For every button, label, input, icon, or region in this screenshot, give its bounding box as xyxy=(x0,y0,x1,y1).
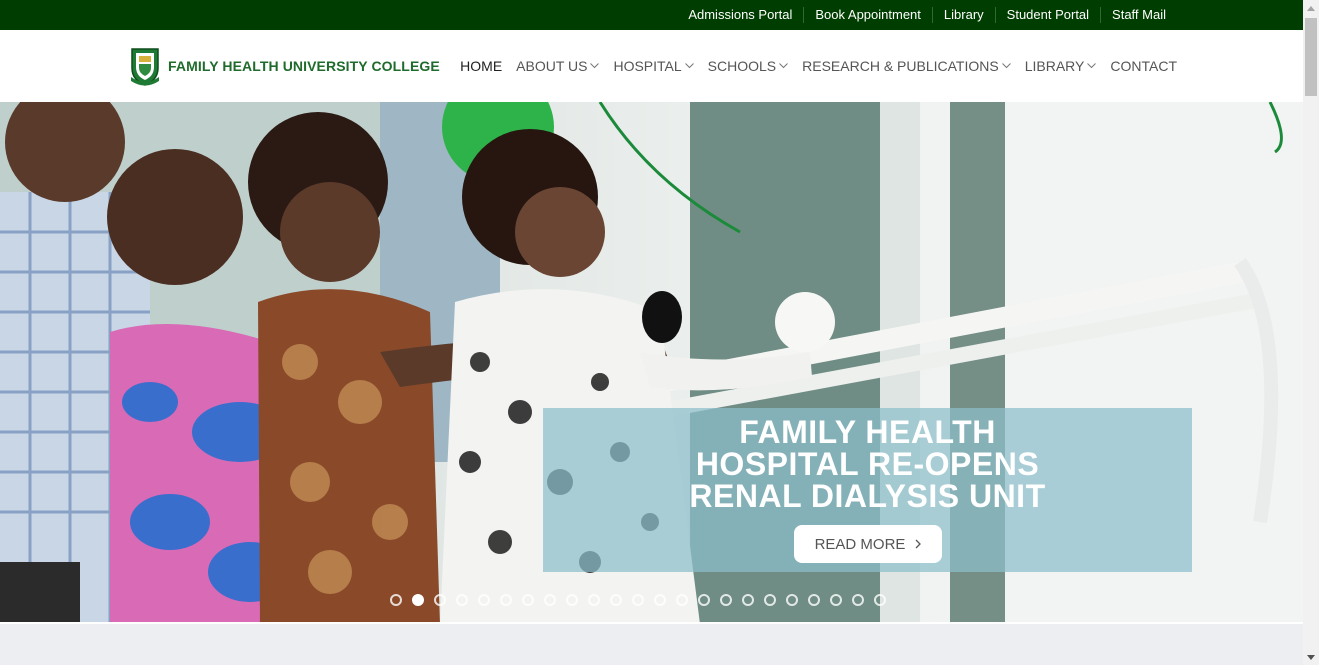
nav-contact-label: CONTACT xyxy=(1110,58,1177,74)
slider-dot-1[interactable] xyxy=(390,594,402,606)
slider-dot-21[interactable] xyxy=(830,594,842,606)
slider-dot-8[interactable] xyxy=(544,594,556,606)
slider-dot-16[interactable] xyxy=(720,594,732,606)
library-link[interactable]: Library xyxy=(931,7,995,23)
chevron-down-icon xyxy=(590,63,600,69)
nav-schools-label: SCHOOLS xyxy=(707,58,777,74)
slider-dot-15[interactable] xyxy=(698,594,710,606)
scroll-down-arrow-icon[interactable] xyxy=(1303,649,1319,665)
slider-dot-10[interactable] xyxy=(588,594,600,606)
slider-dot-5[interactable] xyxy=(478,594,490,606)
slide-title-line-2: HOSPITAL RE-OPENS xyxy=(695,446,1040,482)
chevron-down-icon xyxy=(684,63,694,69)
slide-caption: FAMILY HEALTH HOSPITAL RE-OPENS RENAL DI… xyxy=(543,408,1192,572)
slider-dot-18[interactable] xyxy=(764,594,776,606)
scroll-thumb[interactable] xyxy=(1305,18,1317,96)
nav-research-publications[interactable]: RESEARCH & PUBLICATIONS xyxy=(802,58,1011,74)
chevron-right-icon xyxy=(915,539,922,549)
slider-dot-3[interactable] xyxy=(434,594,446,606)
nav-about-us[interactable]: ABOUT US xyxy=(516,58,600,74)
book-appointment-link[interactable]: Book Appointment xyxy=(803,7,932,23)
slider-dot-12[interactable] xyxy=(632,594,644,606)
top-utility-bar: Admissions Portal Book Appointment Libra… xyxy=(0,0,1303,30)
read-more-label: READ MORE xyxy=(814,535,906,553)
chevron-down-icon xyxy=(1087,63,1097,69)
student-portal-link[interactable]: Student Portal xyxy=(994,7,1100,23)
site-header: FAMILY HEALTH UNIVERSITY COLLEGE HOME AB… xyxy=(0,30,1303,102)
slide-title-line-3: RENAL DIALYSIS UNIT xyxy=(689,478,1046,514)
slider-pagination xyxy=(390,594,896,606)
nav-hospital-label: HOSPITAL xyxy=(613,58,682,74)
slider-dot-4[interactable] xyxy=(456,594,468,606)
nav-home[interactable]: HOME xyxy=(460,58,502,74)
nav-research-publications-label: RESEARCH & PUBLICATIONS xyxy=(802,58,999,74)
slider-dot-17[interactable] xyxy=(742,594,754,606)
nav-library-label: LIBRARY xyxy=(1024,58,1085,74)
nav-contact[interactable]: CONTACT xyxy=(1110,58,1177,74)
slider-dot-22[interactable] xyxy=(852,594,864,606)
nav-home-label: HOME xyxy=(460,58,503,74)
nav-about-us-label: ABOUT US xyxy=(516,58,588,74)
university-crest-icon xyxy=(131,48,159,86)
utility-links: Admissions Portal Book Appointment Libra… xyxy=(677,0,1177,30)
slider-dot-9[interactable] xyxy=(566,594,578,606)
admissions-portal-link[interactable]: Admissions Portal xyxy=(677,7,803,23)
chevron-down-icon xyxy=(779,63,788,69)
hero-slider: FAMILY HEALTH HOSPITAL RE-OPENS RENAL DI… xyxy=(0,102,1303,624)
slider-dot-19[interactable] xyxy=(786,594,798,606)
slider-dot-11[interactable] xyxy=(610,594,622,606)
scroll-up-arrow-icon[interactable] xyxy=(1303,0,1319,16)
staff-mail-link[interactable]: Staff Mail xyxy=(1100,7,1177,23)
slider-dot-13[interactable] xyxy=(654,594,666,606)
nav-library[interactable]: LIBRARY xyxy=(1025,58,1097,74)
read-more-button[interactable]: READ MORE xyxy=(794,525,942,563)
slide-title-line-1: FAMILY HEALTH xyxy=(739,414,996,450)
page-scrollbar[interactable] xyxy=(1303,0,1319,665)
slide-title: FAMILY HEALTH HOSPITAL RE-OPENS RENAL DI… xyxy=(543,416,1192,512)
slider-dot-14[interactable] xyxy=(676,594,688,606)
nav-schools[interactable]: SCHOOLS xyxy=(708,58,788,74)
main-nav: HOME ABOUT US HOSPITAL SCHOOLS RESEARCH … xyxy=(446,30,1177,102)
slider-dot-23[interactable] xyxy=(874,594,886,606)
site-logo[interactable]: FAMILY HEALTH UNIVERSITY COLLEGE xyxy=(129,46,440,86)
slider-dot-2[interactable] xyxy=(412,594,424,606)
slider-dot-7[interactable] xyxy=(522,594,534,606)
logo-text: FAMILY HEALTH UNIVERSITY COLLEGE xyxy=(168,58,440,74)
slider-dot-20[interactable] xyxy=(808,594,820,606)
slider-dot-6[interactable] xyxy=(500,594,512,606)
nav-hospital[interactable]: HOSPITAL xyxy=(613,58,694,74)
chevron-down-icon xyxy=(1001,63,1011,69)
